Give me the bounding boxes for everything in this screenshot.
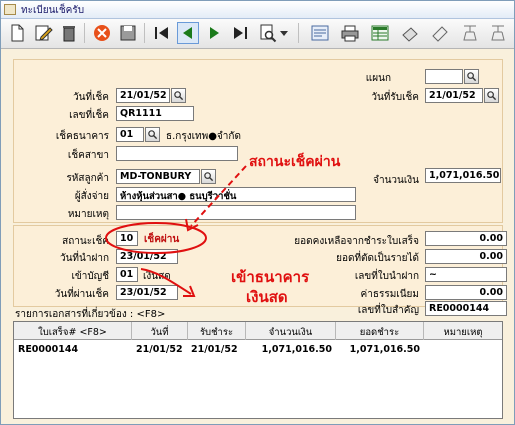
annotation-deposit-line2: เงินสด xyxy=(246,288,288,306)
deposit-arrow xyxy=(140,268,192,295)
status-arrow xyxy=(190,165,247,227)
annotation-overlay xyxy=(105,165,247,297)
annotation-status-passed: สถานะเช็คผ่าน xyxy=(249,154,341,170)
cheque-register-window: ทะเบียนเช็ครับ แผนก วันที่เช็ค 21/01/52 … xyxy=(0,0,515,425)
